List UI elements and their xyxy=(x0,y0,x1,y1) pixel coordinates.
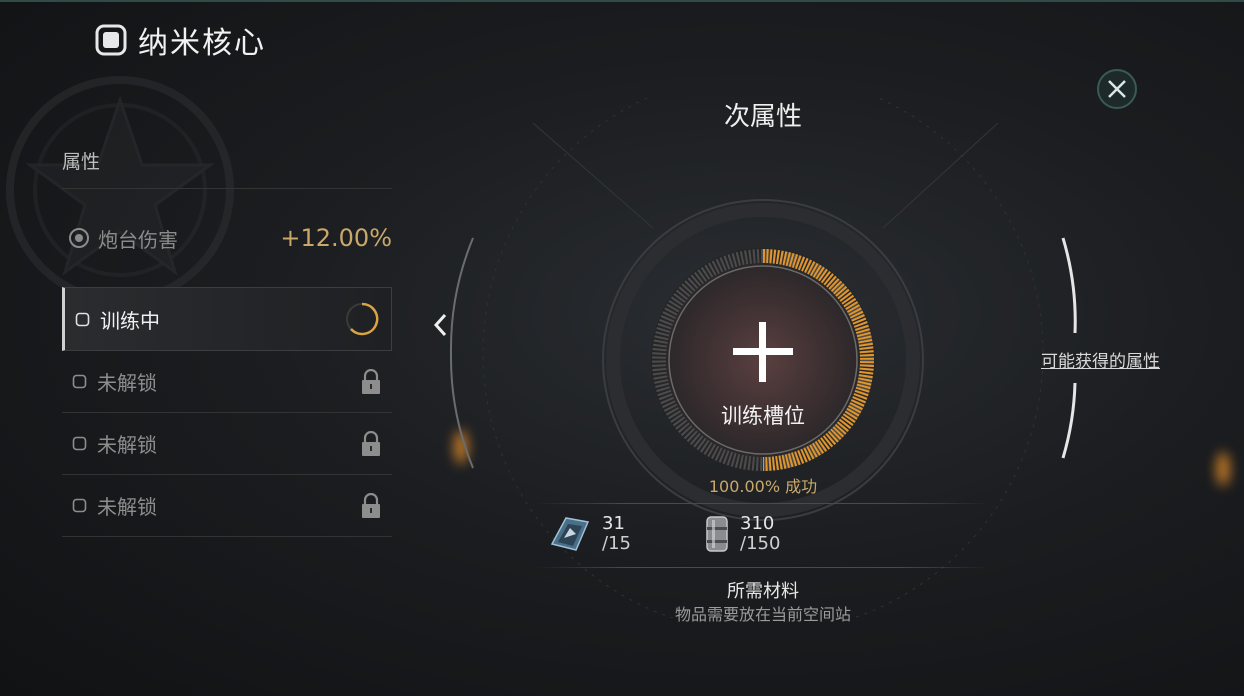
material-need: /150 xyxy=(740,533,781,554)
slot-label: 训练中 xyxy=(100,308,160,333)
slot-icon xyxy=(72,498,87,513)
lock-icon xyxy=(362,368,380,394)
required-materials-title: 所需材料 xyxy=(727,581,799,602)
page-title: 纳米核心 xyxy=(138,26,266,61)
slot-icon xyxy=(72,436,87,451)
training-slot-label: 训练槽位 xyxy=(721,404,805,428)
lock-icon xyxy=(362,430,380,456)
slot-locked-1[interactable]: 未解锁 xyxy=(62,351,392,413)
success-rate: 100.00% 成功 xyxy=(708,477,818,496)
divider-top xyxy=(535,503,990,504)
secondary-attribute-title: 次属性 xyxy=(723,102,802,132)
chip-module-icon xyxy=(550,517,590,551)
section-title: 属性 xyxy=(62,140,392,189)
lock-icon xyxy=(362,492,380,518)
attribute-label: 炮台伤害 xyxy=(98,227,178,252)
slot-label: 未解锁 xyxy=(97,433,157,457)
slot-label: 未解锁 xyxy=(97,495,157,519)
divider-bottom xyxy=(535,567,990,568)
close-icon[interactable] xyxy=(1096,68,1138,110)
canister-icon xyxy=(706,516,728,552)
possible-attributes-link[interactable]: 可能获得的属性 xyxy=(1041,347,1160,372)
chip-icon xyxy=(95,24,127,56)
material-have: 310 xyxy=(740,513,775,534)
required-materials-note: 物品需要放在当前空间站 xyxy=(674,605,851,624)
training-progress-icon xyxy=(346,302,379,336)
slot-training[interactable]: 训练中 xyxy=(62,287,392,351)
material-have: 31 xyxy=(602,513,625,534)
slot-icon xyxy=(75,312,90,326)
chevron-left-icon[interactable] xyxy=(430,310,450,340)
slot-icon xyxy=(72,374,87,389)
attribute-panel: 属性 炮台伤害 +12.00% 训练中 未解锁 未解锁 未解锁 xyxy=(62,140,392,537)
top-border xyxy=(0,0,1244,2)
target-icon xyxy=(69,228,89,248)
slot-locked-3[interactable]: 未解锁 xyxy=(62,475,392,537)
slot-label: 未解锁 xyxy=(97,371,157,395)
page-header: 纳米核心 xyxy=(94,18,266,62)
right-light-glow xyxy=(1216,452,1230,486)
slot-locked-2[interactable]: 未解锁 xyxy=(62,413,392,475)
material-need: /15 xyxy=(602,533,631,554)
attribute-row: 炮台伤害 +12.00% xyxy=(62,189,392,287)
material-item[interactable]: 31 /15 xyxy=(546,514,631,554)
material-item[interactable]: 310 /150 xyxy=(704,514,780,554)
attribute-value: +12.00% xyxy=(280,224,392,252)
